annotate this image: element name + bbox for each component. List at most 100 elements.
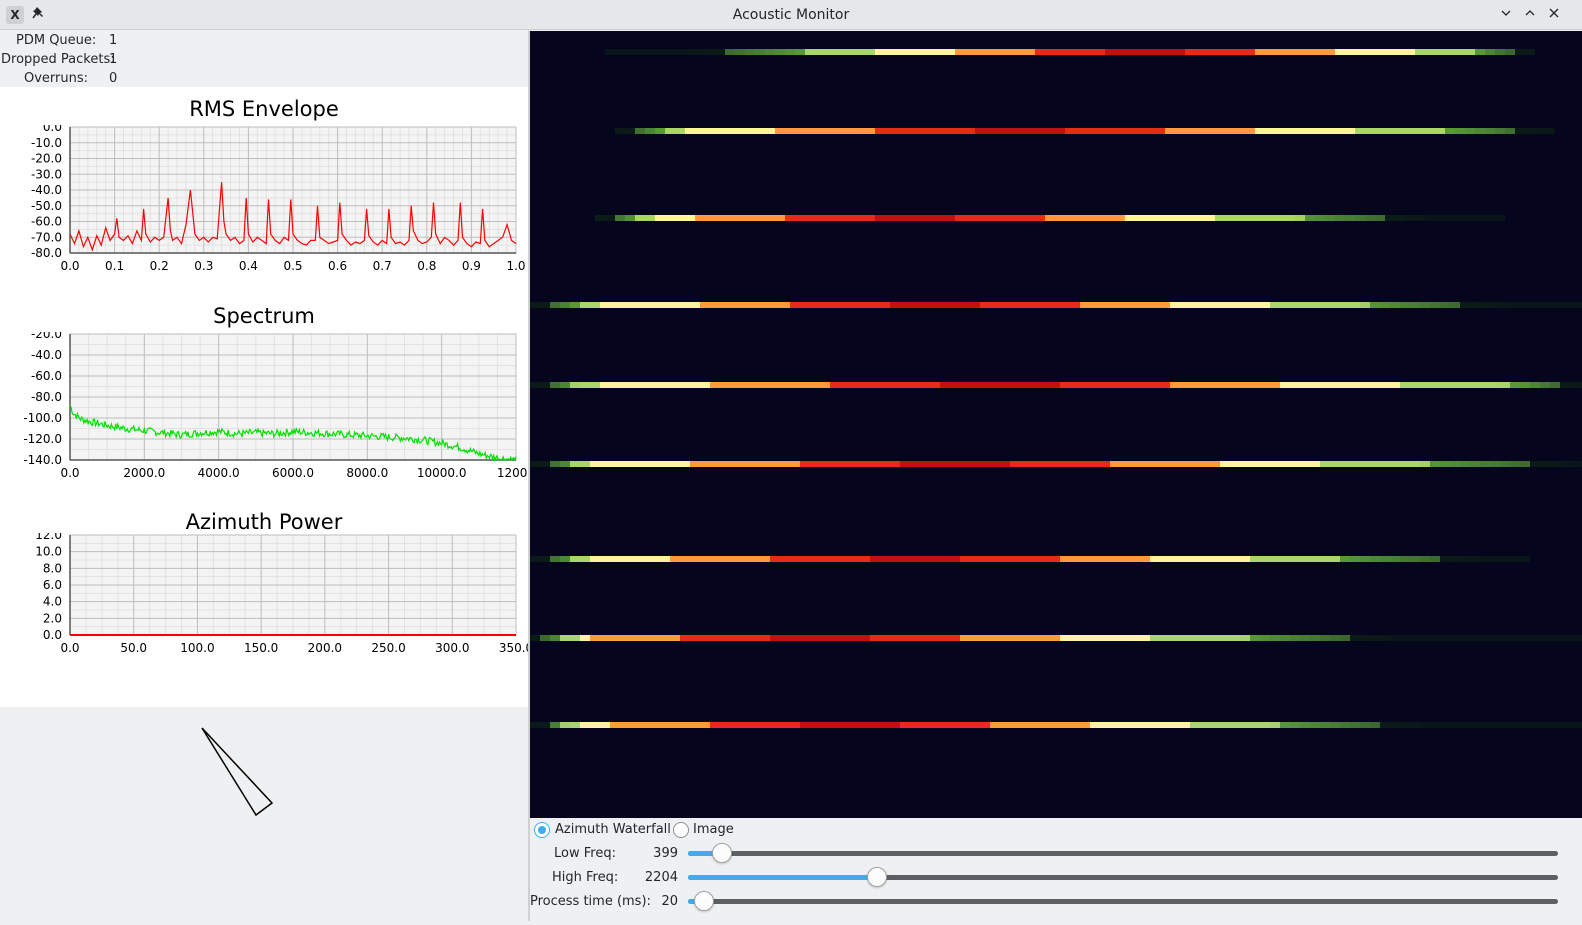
waterfall-cell: [1505, 128, 1515, 134]
waterfall-cell: [835, 49, 845, 55]
waterfall-cell: [1315, 128, 1325, 134]
waterfall-cell: [1490, 722, 1500, 728]
waterfall-cell: [820, 556, 830, 562]
waterfall-cell: [950, 722, 960, 728]
waterfall-cell: [740, 722, 750, 728]
high-freq-slider-handle[interactable]: [866, 867, 887, 887]
waterfall-cell: [1505, 49, 1515, 55]
waterfall-cell: [870, 722, 880, 728]
waterfall-cell: [600, 635, 610, 641]
waterfall-cell: [705, 215, 715, 221]
waterfall-cell: [1080, 635, 1090, 641]
waterfall-cell: [790, 382, 800, 388]
x-tick-label: 0.3: [194, 259, 213, 273]
azimuth-waterfall-radio[interactable]: [534, 822, 550, 838]
waterfall-cell: [1435, 128, 1445, 134]
waterfall-cell: [880, 461, 890, 467]
waterfall-cell: [1150, 635, 1160, 641]
minimize-icon[interactable]: [1496, 6, 1516, 24]
waterfall-cell: [705, 49, 715, 55]
image-radio[interactable]: [673, 822, 689, 838]
waterfall-cell: [1090, 556, 1100, 562]
waterfall-cell: [1350, 461, 1360, 467]
waterfall-cell: [1520, 635, 1530, 641]
waterfall-cell: [1240, 556, 1250, 562]
waterfall-cell: [580, 461, 590, 467]
waterfall-cell: [910, 461, 920, 467]
waterfall-cell: [1255, 49, 1265, 55]
waterfall-cell: [1190, 302, 1200, 308]
waterfall-cell: [1300, 461, 1310, 467]
waterfall-cell: [865, 215, 875, 221]
waterfall-cell: [965, 128, 975, 134]
process-time-slider[interactable]: [688, 899, 1558, 904]
waterfall-cell: [540, 382, 550, 388]
waterfall-cell: [590, 382, 600, 388]
waterfall-cell: [1135, 49, 1145, 55]
waterfall-cell: [660, 556, 670, 562]
waterfall-cell: [1160, 461, 1170, 467]
waterfall-cell: [1210, 556, 1220, 562]
waterfall-cell: [1330, 635, 1340, 641]
waterfall-cell: [1460, 461, 1470, 467]
waterfall-cell: [940, 556, 950, 562]
waterfall-cell: [1270, 722, 1280, 728]
waterfall-cell: [1470, 556, 1480, 562]
y-tick-label: 2.0: [43, 611, 62, 625]
waterfall-cell: [1400, 722, 1410, 728]
waterfall-cell: [1085, 128, 1095, 134]
waterfall-cell: [645, 128, 655, 134]
waterfall-cell: [1130, 556, 1140, 562]
waterfall-cell: [640, 302, 650, 308]
waterfall-cell: [855, 128, 865, 134]
high-freq-slider[interactable]: [688, 875, 1558, 880]
waterfall-cell: [765, 49, 775, 55]
low-freq-slider-handle[interactable]: [711, 843, 732, 863]
waterfall-cell: [630, 635, 640, 641]
waterfall-cell: [730, 461, 740, 467]
close-icon[interactable]: [1544, 6, 1564, 24]
waterfall-cell: [620, 722, 630, 728]
waterfall-cell: [850, 722, 860, 728]
waterfall-cell: [825, 128, 835, 134]
waterfall-cell: [1020, 556, 1030, 562]
waterfall-cell: [580, 556, 590, 562]
waterfall-cell: [1525, 128, 1535, 134]
waterfall-cell: [1215, 128, 1225, 134]
waterfall-cell: [960, 302, 970, 308]
waterfall-cell: [1530, 635, 1540, 641]
waterfall-cell: [915, 128, 925, 134]
waterfall-cell: [560, 461, 570, 467]
waterfall-cell: [1340, 556, 1350, 562]
waterfall-cell: [1100, 722, 1110, 728]
waterfall-cell: [1550, 635, 1560, 641]
waterfall-cell: [1275, 49, 1285, 55]
waterfall-cell: [1320, 635, 1330, 641]
waterfall-cell: [1005, 49, 1015, 55]
waterfall-cell: [1405, 215, 1415, 221]
image-label[interactable]: Image: [693, 821, 734, 839]
waterfall-cell: [1050, 382, 1060, 388]
waterfall-cell: [1305, 128, 1315, 134]
waterfall-cell: [860, 635, 870, 641]
process-time-slider-handle[interactable]: [693, 891, 714, 911]
waterfall-cell: [1350, 302, 1360, 308]
maximize-icon[interactable]: [1520, 6, 1540, 24]
azimuth-waterfall-label[interactable]: Azimuth Waterfall: [555, 821, 671, 839]
waterfall-cell: [1215, 215, 1225, 221]
waterfall-cell: [615, 215, 625, 221]
waterfall-cell: [1010, 461, 1020, 467]
low-freq-slider[interactable]: [688, 851, 1558, 856]
waterfall-cell: [690, 302, 700, 308]
waterfall-cell: [1110, 302, 1120, 308]
waterfall-cell: [620, 302, 630, 308]
waterfall-cell: [1340, 635, 1350, 641]
waterfall-cell: [1090, 382, 1100, 388]
waterfall-cell: [675, 128, 685, 134]
azimuth-power-chart: 0.0 50.0 100.0 150.0 200.0 250.0 300.0 350.0 12.…: [35, 533, 528, 655]
waterfall-cell: [1440, 635, 1450, 641]
waterfall-cell: [1080, 722, 1090, 728]
waterfall-cell: [850, 382, 860, 388]
waterfall-cell: [1200, 382, 1210, 388]
waterfall-cell: [1135, 215, 1145, 221]
